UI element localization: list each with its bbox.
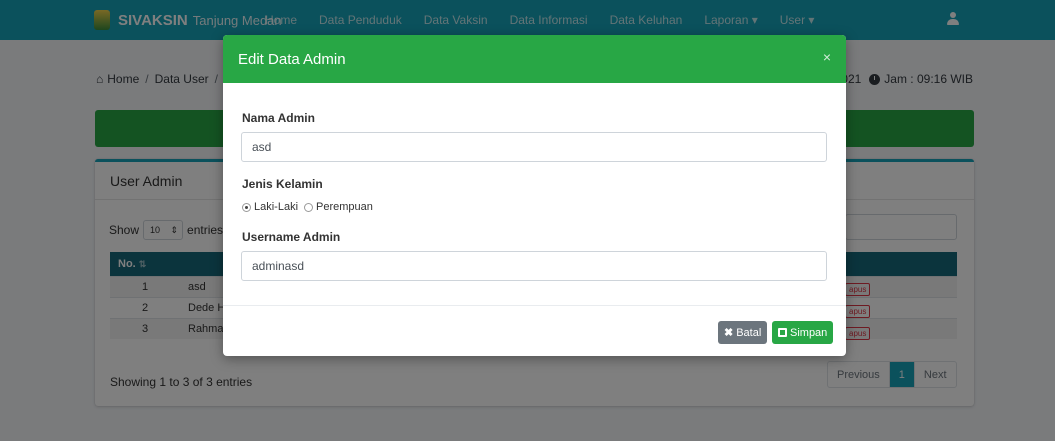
modal-footer: ✖ Batal Simpan (223, 305, 846, 356)
username-admin-label: Username Admin (242, 230, 341, 244)
username-admin-input[interactable]: adminasd (241, 251, 827, 281)
jenis-kelamin-label: Jenis Kelamin (242, 177, 323, 191)
radio-checked-icon[interactable] (242, 202, 251, 212)
modal-title: Edit Data Admin (238, 50, 346, 68)
radio-perempuan[interactable]: Perempuan (304, 201, 373, 213)
nama-admin-input[interactable]: asd (241, 132, 827, 162)
batal-button[interactable]: ✖ Batal (718, 321, 768, 344)
save-icon (778, 328, 787, 337)
edit-admin-modal: Edit Data Admin × Nama Admin asd Jenis K… (223, 35, 846, 356)
radio-laki-laki[interactable]: Laki-Laki (242, 201, 298, 213)
close-icon[interactable]: × (823, 49, 831, 65)
radio-unchecked-icon[interactable] (304, 202, 314, 212)
modal-header: Edit Data Admin × (223, 35, 846, 83)
simpan-button[interactable]: Simpan (772, 321, 834, 344)
nama-admin-label: Nama Admin (242, 111, 315, 125)
close-icon: ✖ (724, 327, 734, 339)
jenis-kelamin-radios: Laki-Laki Perempuan (242, 201, 379, 213)
